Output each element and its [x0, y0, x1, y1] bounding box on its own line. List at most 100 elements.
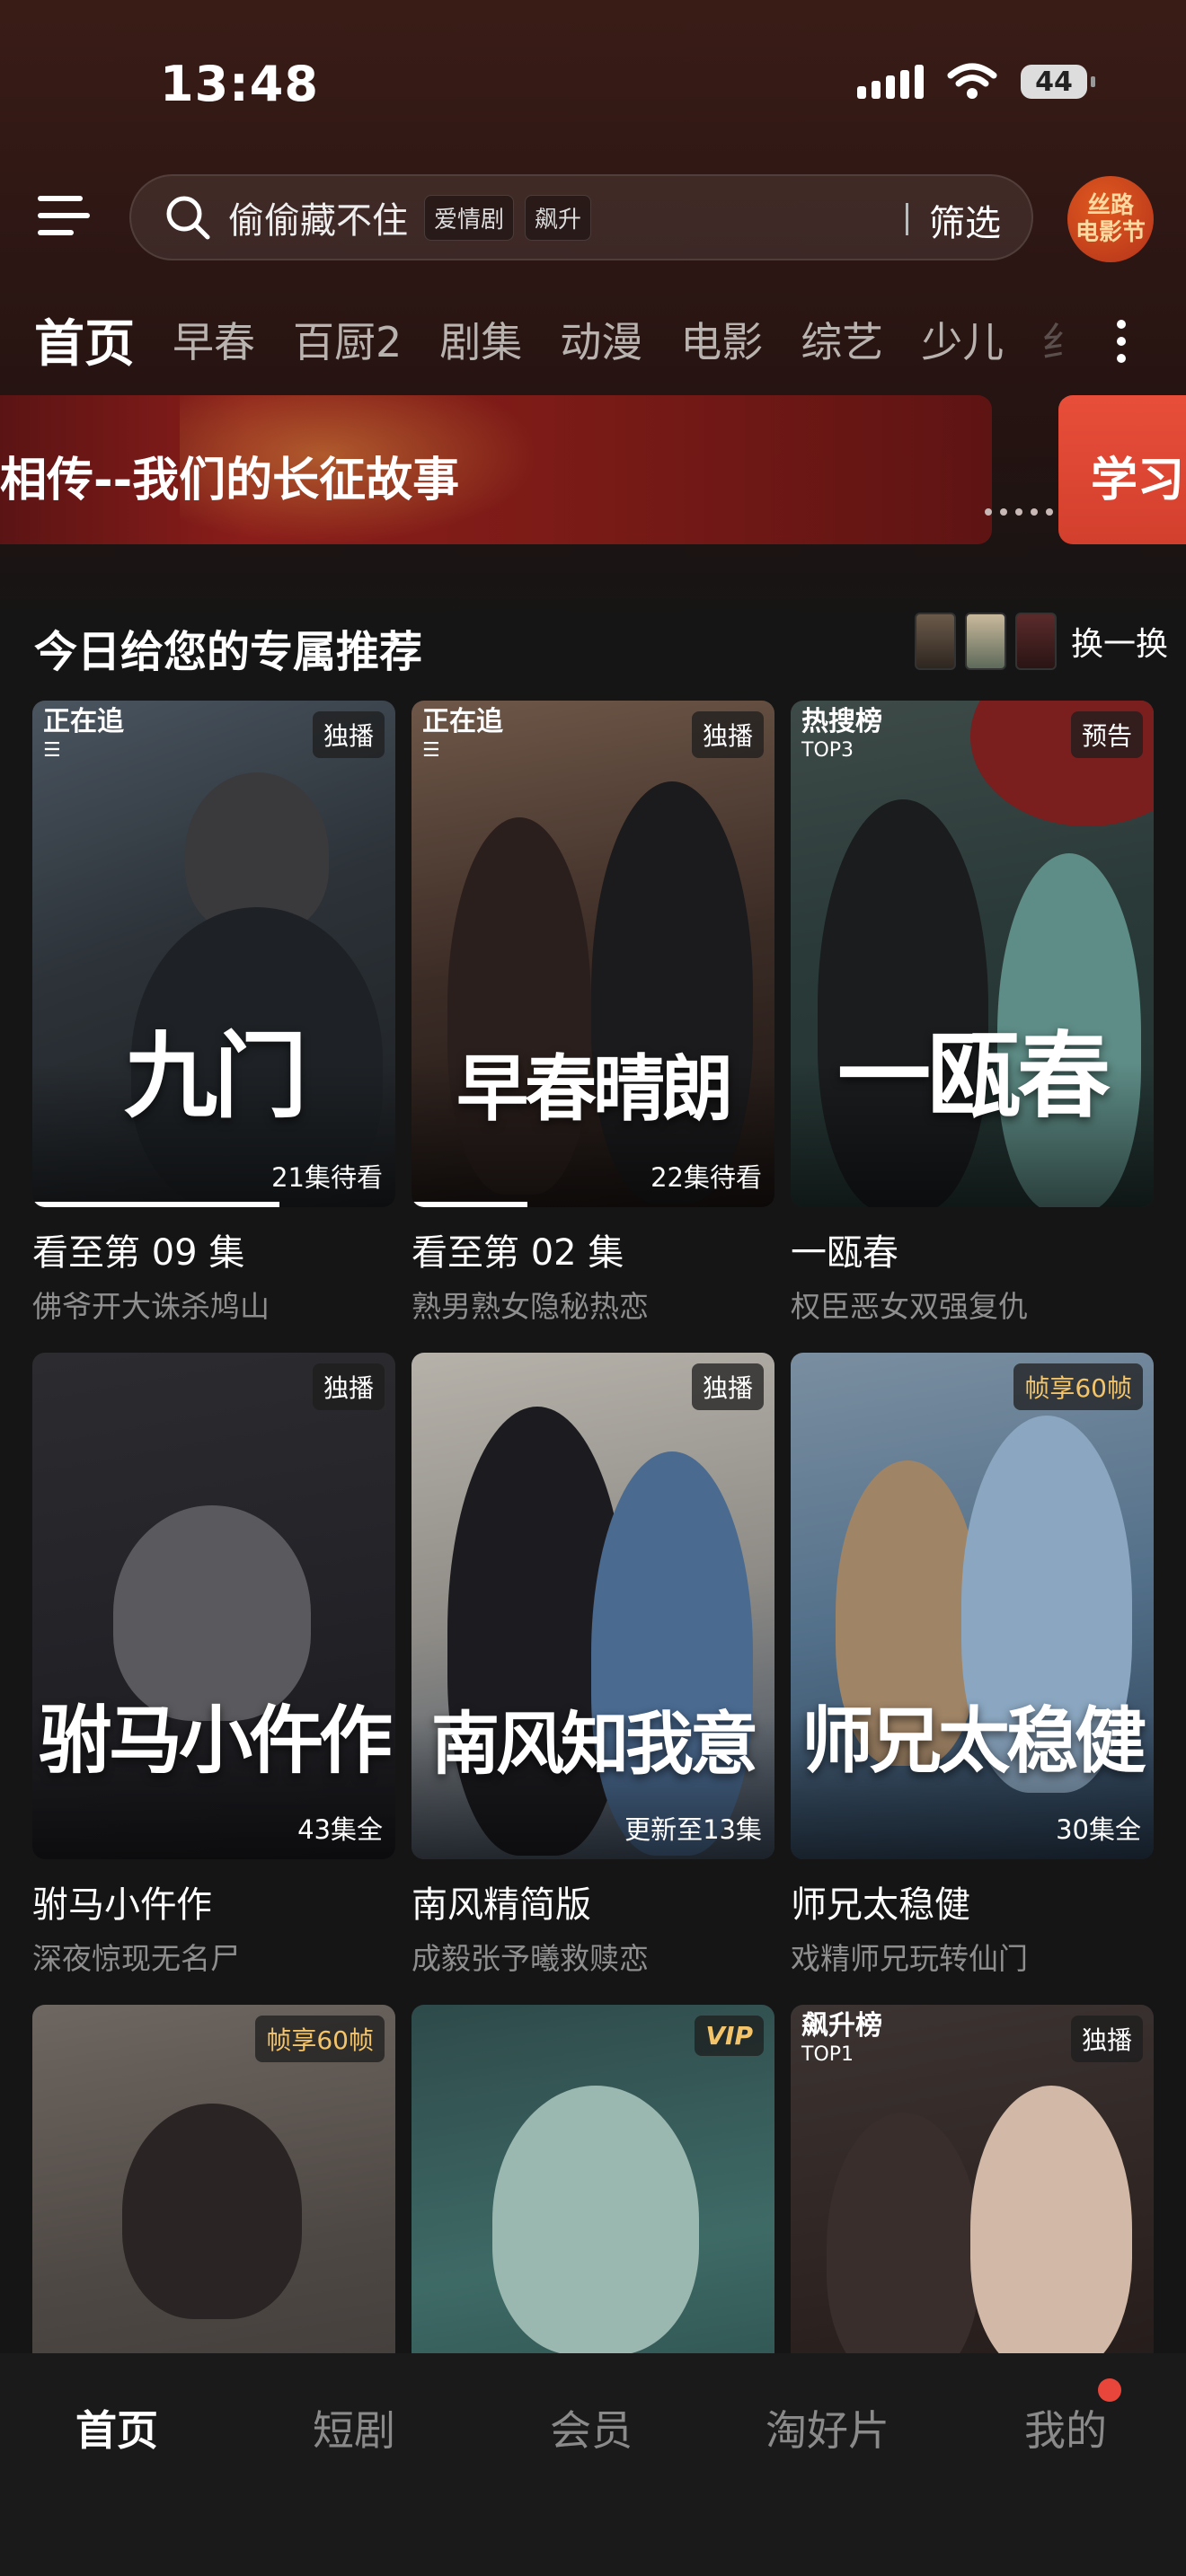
banner-next-text: 学习 [1091, 454, 1185, 507]
poster: 热搜榜 TOP3 预告 一瓯春 [791, 701, 1154, 1207]
bottom-navigation: 首页 短剧 会员 淘好片 我的 [0, 2353, 1186, 2576]
more-dot [1117, 354, 1126, 363]
poster-title-art: 早春晴朗 [456, 1046, 733, 1131]
nav-short-drama[interactable]: 短剧 [313, 2398, 395, 2457]
badge-trailer: 预告 [1070, 711, 1143, 758]
poster-title-art: 师兄太稳健 [801, 1698, 1146, 1783]
film-festival-button[interactable]: 丝路 电影节 [1067, 176, 1154, 262]
badge-following: 正在追 ☰ [422, 706, 503, 763]
poster-title-art: 驸马小仵作 [38, 1698, 393, 1784]
tab-early-spring[interactable]: 早春 [173, 310, 255, 369]
badge-rising: 飙升榜 TOP1 [801, 2010, 882, 2067]
category-tabs: 首页 早春 百厨2 剧集 动漫 电影 综艺 少儿 纟 [34, 304, 1094, 375]
notification-dot [1098, 2378, 1121, 2402]
badge-exclusive: 独播 [691, 1363, 764, 1410]
poster-title-art: 九门 [123, 1020, 307, 1131]
recommend-card[interactable]: 帧享60帧 师兄太稳健 30集全 师兄太稳健 戏精师兄玩转仙门 [791, 1353, 1154, 1978]
card-title: 看至第 09 集 [32, 1232, 245, 1274]
poster: 帧享60帧 师兄太稳健 30集全 [791, 1353, 1154, 1859]
poster: 正在追 ☰ 独播 九门 21集待看 [32, 701, 395, 1207]
more-tabs-button[interactable] [1112, 314, 1130, 368]
card-title: 驸马小仵作 [32, 1884, 212, 1926]
swap-thumb [1015, 613, 1057, 670]
status-time: 13:48 [160, 56, 319, 112]
more-dot [1117, 337, 1126, 346]
poster: 独播 驸马小仵作 43集全 [32, 1353, 395, 1859]
search-icon [166, 196, 210, 240]
poster-title-art: 南风知我意 [431, 1704, 758, 1784]
swap-thumb [915, 613, 956, 670]
poster: 正在追 ☰ 独播 早春晴朗 22集待看 [412, 701, 774, 1207]
battery-icon: 44 [1021, 65, 1095, 99]
badge-60fps: 帧享60帧 [255, 2016, 385, 2062]
badge-exclusive: 独播 [312, 711, 385, 758]
recommend-card[interactable]: 热搜榜 TOP3 预告 一瓯春 一瓯春 权臣恶女双强复仇 [791, 701, 1154, 1326]
recommend-card[interactable]: 正在追 ☰ 独播 早春晴朗 22集待看 看至第 02 集 熟男熟女隐秘热恋 [412, 701, 774, 1326]
badge-exclusive: 独播 [1070, 2016, 1143, 2062]
nav-discover[interactable]: 淘好片 [766, 2398, 890, 2457]
episode-count: 更新至13集 [624, 1814, 762, 1845]
more-dots-icon [1117, 320, 1126, 329]
menu-icon-line [38, 230, 74, 235]
menu-button[interactable] [38, 190, 90, 241]
card-title: 看至第 02 集 [412, 1232, 624, 1274]
card-subtitle: 权臣恶女双强复仇 [791, 1289, 1028, 1324]
menu-icon [38, 196, 83, 201]
recommend-card[interactable]: 正在追 ☰ 独播 九门 21集待看 看至第 09 集 佛爷开大诛杀鸠山 [32, 701, 395, 1326]
status-icons: 44 [857, 63, 1095, 101]
signal-icon [857, 65, 924, 99]
card-subtitle: 熟男熟女隐秘热恋 [412, 1289, 649, 1324]
badge-vip: VIP [695, 2016, 764, 2056]
festival-label-line1: 丝路 [1086, 192, 1134, 219]
search-tag-rising: 飙升 [525, 194, 592, 241]
nav-home[interactable]: 首页 [75, 2398, 158, 2457]
card-subtitle: 佛爷开大诛杀鸠山 [32, 1289, 270, 1324]
badge-exclusive: 独播 [312, 1363, 385, 1410]
filter-button[interactable]: 筛选 [929, 194, 1001, 246]
poster: 独播 南风知我意 更新至13集 [412, 1353, 774, 1859]
tab-anime[interactable]: 动漫 [560, 310, 642, 369]
tab-home[interactable]: 首页 [34, 304, 135, 375]
section-title: 今日给您的专属推荐 [34, 627, 423, 677]
watch-progress [412, 1202, 528, 1207]
tab-clipped[interactable]: 纟 [1041, 310, 1083, 369]
episode-count: 22集待看 [651, 1162, 762, 1193]
card-title: 南风精简版 [412, 1884, 591, 1926]
card-subtitle: 成毅张予曦救赎恋 [412, 1941, 649, 1976]
badge-60fps: 帧享60帧 [1013, 1363, 1143, 1410]
episode-count: 43集全 [297, 1814, 383, 1845]
banner-text: 相传--我们的长征故事 [0, 454, 460, 507]
festival-label-line2: 电影节 [1075, 219, 1146, 246]
search-tag-romance: 爱情剧 [424, 194, 515, 241]
badge-following: 正在追 ☰ [43, 706, 124, 763]
nav-mine[interactable]: 我的 [1024, 2398, 1107, 2457]
tab-kids[interactable]: 少儿 [921, 310, 1004, 369]
search-divider [906, 203, 908, 235]
badge-hot-search: 热搜榜 TOP3 [801, 706, 882, 763]
watch-progress [32, 1202, 279, 1207]
episode-count: 30集全 [1056, 1814, 1141, 1845]
swap-label: 换一换 [1071, 626, 1169, 663]
tab-series[interactable]: 剧集 [439, 310, 522, 369]
episode-count: 21集待看 [271, 1162, 383, 1193]
poster-title-art: 一瓯春 [836, 1020, 1111, 1131]
wifi-icon [947, 63, 997, 101]
menu-icon-line [38, 213, 90, 218]
recommend-card[interactable]: 独播 驸马小仵作 43集全 驸马小仵作 深夜惊现无名尸 [32, 1353, 395, 1978]
tab-baichu2[interactable]: 百厨2 [293, 310, 402, 369]
tab-variety[interactable]: 综艺 [801, 310, 883, 369]
promo-banner-next[interactable]: 学习 [1058, 395, 1186, 544]
card-title: 一瓯春 [791, 1232, 898, 1274]
nav-membership[interactable]: 会员 [550, 2398, 633, 2457]
card-title: 师兄太稳健 [791, 1884, 970, 1926]
swap-button[interactable]: 换一换 [915, 613, 1168, 670]
search-bar[interactable]: 偷偷藏不住 爱情剧 飙升 筛选 [129, 174, 1033, 260]
card-subtitle: 戏精师兄玩转仙门 [791, 1941, 1028, 1976]
card-subtitle: 深夜惊现无名尸 [32, 1941, 240, 1976]
badge-exclusive: 独播 [691, 711, 764, 758]
recommend-card[interactable]: 独播 南风知我意 更新至13集 南风精简版 成毅张予曦救赎恋 [412, 1353, 774, 1978]
swap-thumb [965, 613, 1006, 670]
tab-movie[interactable]: 电影 [680, 310, 763, 369]
promo-banner[interactable]: 相传--我们的长征故事 [0, 395, 992, 544]
search-query: 偷偷藏不住 [228, 200, 408, 242]
